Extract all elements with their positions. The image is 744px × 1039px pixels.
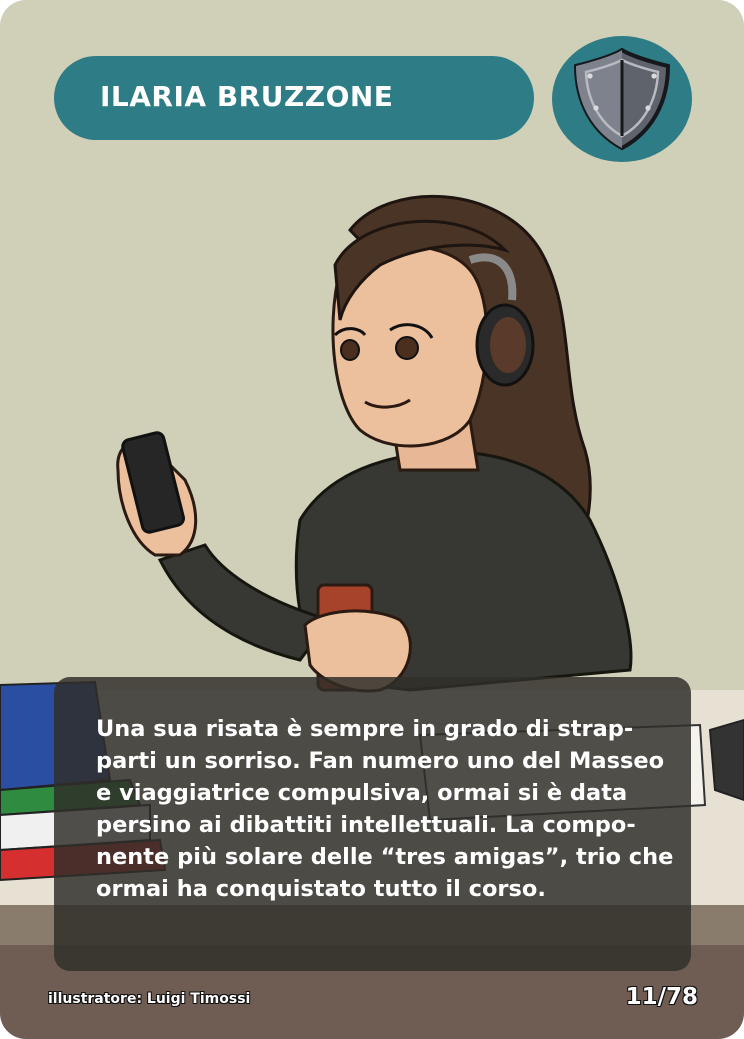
shield-icon [573,47,671,151]
character-card: ILARIA BRUZZONE Una sua risata è sempre … [0,0,744,1039]
card-number: 11/78 [625,984,698,1010]
illustrator-credit: illustratore: Luigi Timossi [48,991,251,1007]
character-name: ILARIA BRUZZONE [100,80,394,113]
shield-badge [552,36,692,162]
character-description: Una sua risata è sempre in grado di stra… [96,716,674,902]
description-box: Una sua risata è sempre in grado di stra… [54,677,691,971]
name-banner: ILARIA BRUZZONE [54,56,534,140]
